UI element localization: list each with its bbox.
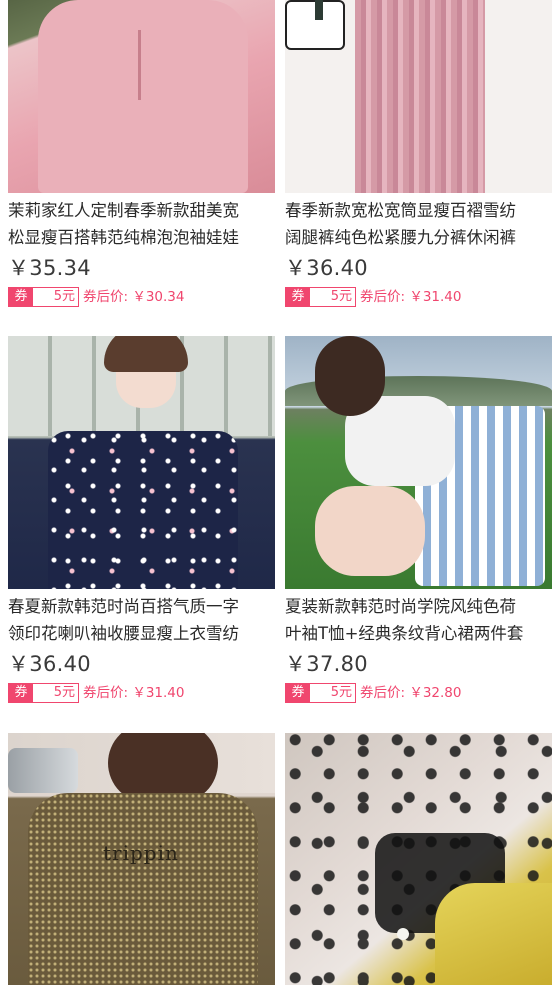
coupon-tag: 券	[286, 288, 310, 306]
pleated-pants	[355, 0, 485, 193]
blouse-shape	[38, 0, 248, 193]
product-title[interactable]: 春夏新款韩范时尚百搭气质一字 领印花喇叭袖收腰显瘦上衣雪纺	[8, 593, 270, 647]
product-card[interactable]: trippin	[8, 733, 275, 985]
bag-tassel	[315, 0, 323, 20]
product-title[interactable]: 茉莉家红人定制春季新款甜美宽 松显瘦百搭韩范纯棉泡泡袖娃娃	[8, 197, 270, 251]
after-coupon-price: 券后价: ￥31.40	[83, 685, 185, 701]
product-image[interactable]	[8, 0, 275, 193]
yellow-cardigan	[435, 883, 552, 985]
model-legs	[315, 486, 425, 576]
placket-line	[138, 30, 141, 100]
product-card[interactable]: 夏装新款韩范时尚学院风纯色荷 叶袖T恤+经典条纹背心裙两件套 ￥37.80 券 …	[285, 336, 552, 703]
sequin-tshirt	[28, 793, 258, 985]
coupon-amount: 5元	[53, 685, 75, 700]
coupon-amount: 5元	[53, 289, 75, 304]
after-coupon-price: 券后价: ￥32.80	[360, 685, 462, 701]
product-card[interactable]: 茉莉家红人定制春季新款甜美宽 松显瘦百搭韩范纯棉泡泡袖娃娃 ￥35.34 券 5…	[8, 0, 275, 307]
product-card[interactable]: 春夏新款韩范时尚百搭气质一字 领印花喇叭袖收腰显瘦上衣雪纺 ￥36.40 券 5…	[8, 336, 275, 703]
product-title[interactable]: 春季新款宽松宽筒显瘦百褶雪纺 阔腿裤纯色松紧腰九分裤休闲裤	[285, 197, 547, 251]
coupon-amount: 5元	[330, 289, 352, 304]
coupon-badge[interactable]: 券 5元	[8, 683, 79, 703]
after-coupon-price: 券后价: ￥31.40	[360, 289, 462, 305]
product-image[interactable]	[285, 733, 552, 985]
floral-top	[48, 431, 238, 589]
coupon-row: 券 5元 券后价: ￥32.80	[285, 683, 552, 703]
product-card[interactable]: 春季新款宽松宽筒显瘦百褶雪纺 阔腿裤纯色松紧腰九分裤休闲裤 ￥36.40 券 5…	[285, 0, 552, 307]
model-hair	[315, 336, 385, 416]
coupon-tag: 券	[9, 684, 33, 702]
product-image[interactable]	[285, 0, 552, 193]
product-image[interactable]	[285, 336, 552, 589]
coupon-tag: 券	[286, 684, 310, 702]
coupon-row: 券 5元 券后价: ￥31.40	[285, 287, 552, 307]
product-grid: 茉莉家红人定制春季新款甜美宽 松显瘦百搭韩范纯棉泡泡袖娃娃 ￥35.34 券 5…	[0, 0, 556, 985]
coupon-row: 券 5元 券后价: ￥31.40	[8, 683, 275, 703]
coupon-badge[interactable]: 券 5元	[8, 287, 79, 307]
model-hair	[104, 336, 188, 372]
coupon-badge[interactable]: 券 5元	[285, 287, 356, 307]
product-price: ￥37.80	[285, 652, 368, 676]
after-coupon-price: 券后价: ￥30.34	[83, 289, 185, 305]
product-price: ￥36.40	[285, 256, 368, 280]
product-image[interactable]: trippin	[8, 733, 275, 985]
coupon-amount: 5元	[330, 685, 352, 700]
coupon-badge[interactable]: 券 5元	[285, 683, 356, 703]
coupon-row: 券 5元 券后价: ￥30.34	[8, 287, 275, 307]
product-price: ￥35.34	[8, 256, 91, 280]
pearl-button	[397, 928, 409, 940]
shirt-print-text: trippin	[103, 841, 179, 865]
product-price: ￥36.40	[8, 652, 91, 676]
product-card[interactable]	[285, 733, 552, 985]
product-image[interactable]	[8, 336, 275, 589]
coupon-tag: 券	[9, 288, 33, 306]
product-title[interactable]: 夏装新款韩范时尚学院风纯色荷 叶袖T恤+经典条纹背心裙两件套	[285, 593, 547, 647]
phone-in-hand	[8, 748, 78, 793]
